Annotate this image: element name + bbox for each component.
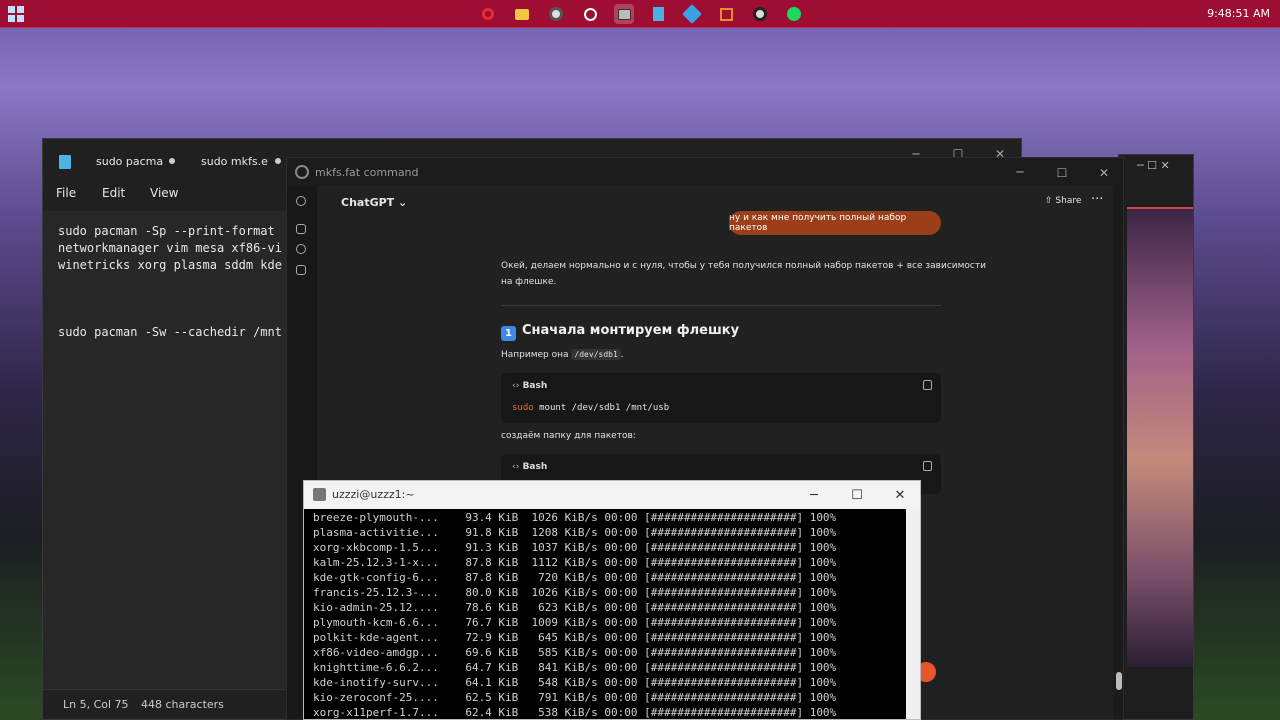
background-window-content	[1127, 207, 1193, 667]
terminal-line: xf86-video-amdgp... 69.6 KiB 585 KiB/s 0…	[313, 646, 837, 659]
scrollbar-thumb[interactable]	[1116, 672, 1122, 690]
answer-text: на флешке.	[501, 277, 557, 287]
unsaved-dot-icon	[275, 158, 281, 164]
chatgpt-icon[interactable]	[580, 4, 600, 24]
maximize-button[interactable]: ☐	[1041, 158, 1083, 188]
share-icon: ⇧	[1045, 196, 1053, 206]
library-icon[interactable]	[296, 265, 306, 275]
window-controls[interactable]: ─ ☐ ✕	[1137, 159, 1170, 172]
github-icon[interactable]	[750, 4, 770, 24]
model-name: ChatGPT	[341, 196, 395, 209]
code-keyword: sudo	[512, 403, 534, 413]
share-label: Share	[1055, 196, 1082, 206]
menu-view[interactable]: View	[150, 186, 178, 200]
text-line: winetricks xorg plasma sddm kde	[58, 258, 282, 272]
text-line: sudo pacman -Sw --cachedir /mnt	[58, 325, 282, 339]
notepad-icon[interactable]	[648, 4, 668, 24]
terminal-line: kde-inotify-surv... 64.1 KiB 548 KiB/s 0…	[313, 676, 837, 689]
step-number-badge: 1	[501, 326, 516, 341]
code-line: sudo mount /dev/sdb1 /mnt/usb	[512, 403, 669, 413]
terminal-output[interactable]: breeze-plymouth-... 93.4 KiB 1026 KiB/s …	[304, 509, 908, 719]
terminal-line: francis-25.12.3-... 80.0 KiB 1026 KiB/s …	[313, 586, 837, 599]
terminal-title: uzzzi@uzzz1:~	[332, 488, 415, 501]
putty-icon[interactable]	[614, 4, 634, 24]
terminal-line: knighttime-6.6.2... 64.7 KiB 841 KiB/s 0…	[313, 661, 837, 674]
step-heading: 1 Сначала монтируем флешку	[501, 323, 739, 341]
text-line: networkmanager vim mesa xf86-vi	[58, 241, 282, 255]
menu-file[interactable]: File	[56, 186, 76, 200]
terminal-window: uzzzi@uzzz1:~ ─ ☐ ✕ breeze-plymouth-... …	[303, 480, 921, 720]
terminal-line: kio-admin-25.12.... 78.6 KiB 623 KiB/s 0…	[313, 601, 837, 614]
taskbar-apps	[478, 4, 804, 24]
terminal-scrollbar[interactable]	[906, 509, 920, 719]
example-prefix: Например она	[501, 350, 569, 360]
example-suffix: .	[620, 350, 624, 360]
window-title: mkfs.fat command	[315, 166, 419, 179]
code-lang-label: Bash	[522, 462, 548, 472]
spotify-icon[interactable]	[784, 4, 804, 24]
opera-icon[interactable]	[478, 4, 498, 24]
terminal-titlebar: uzzzi@uzzz1:~ ─ ☐ ✕	[304, 481, 920, 509]
char-count: 448 characters	[141, 698, 224, 711]
chatgpt-logo-icon[interactable]	[296, 196, 306, 206]
chatgpt-logo-icon	[295, 165, 309, 179]
share-button[interactable]: ⇧ Share	[1045, 196, 1081, 206]
vmware-icon[interactable]	[716, 4, 736, 24]
answer-text: Окей, делаем нормально и с нуля, чтобы у…	[501, 261, 986, 271]
terminal-line: breeze-plymouth-... 93.4 KiB 1026 KiB/s …	[313, 511, 837, 524]
inline-code: /dev/sdb1	[571, 349, 621, 360]
unsaved-dot-icon	[169, 158, 175, 164]
copy-icon[interactable]	[923, 461, 932, 471]
start-button[interactable]	[8, 6, 24, 22]
taskbar-clock[interactable]: 9:48:51 AM	[1207, 7, 1270, 20]
model-selector[interactable]: ChatGPT ⌄	[341, 196, 407, 209]
terminal-line: kalm-25.12.3-1-x... 87.8 KiB 1112 KiB/s …	[313, 556, 837, 569]
code-lang: ‹› Bash	[512, 462, 548, 472]
cursor-position: Ln 5, Col 75	[63, 698, 129, 711]
text-line: sudo pacman -Sp --print-format	[58, 224, 275, 238]
terminal-line: xorg-x11perf-1.7... 62.4 KiB 538 KiB/s 0…	[313, 706, 837, 719]
more-options-icon[interactable]: ···	[1091, 192, 1103, 207]
code-lang-label: Bash	[522, 381, 548, 391]
minimize-button[interactable]: ─	[792, 481, 836, 509]
minimize-button[interactable]: ─	[999, 158, 1041, 187]
taskbar: 9:48:51 AM	[0, 0, 1280, 28]
user-message: ну и как мне получить полный набор пакет…	[729, 211, 941, 235]
scrollbar[interactable]	[1113, 186, 1123, 719]
chevron-down-icon: ⌄	[398, 196, 408, 209]
notepad-icon	[59, 155, 71, 169]
close-button[interactable]: ✕	[1083, 158, 1123, 188]
answer-text: создаём папку для пакетов:	[501, 431, 636, 441]
background-window: ─ ☐ ✕	[1118, 154, 1194, 720]
copy-icon[interactable]	[923, 380, 932, 390]
code-block: ‹› Bash sudo mount /dev/sdb1 /mnt/usb	[501, 373, 941, 423]
divider	[501, 305, 941, 306]
chatgpt-titlebar: mkfs.fat command ─ ☐ ✕	[287, 158, 1123, 186]
example-text: Например она /dev/sdb1.	[501, 347, 624, 363]
close-button[interactable]: ✕	[878, 481, 920, 509]
code-rest: mount /dev/sdb1 /mnt/usb	[533, 403, 670, 413]
menu-edit[interactable]: Edit	[102, 186, 125, 200]
terminal-line: plasma-activitie... 91.8 KiB 1208 KiB/s …	[313, 526, 837, 539]
vs-icon[interactable]	[682, 4, 702, 24]
obs-icon[interactable]	[546, 4, 566, 24]
new-chat-icon[interactable]	[296, 224, 306, 234]
maximize-button[interactable]: ☐	[835, 481, 879, 509]
putty-icon	[313, 488, 326, 501]
step-title: Сначала монтируем флешку	[522, 323, 740, 338]
terminal-line: polkit-kde-agent... 72.9 KiB 645 KiB/s 0…	[313, 631, 837, 644]
code-lang: ‹› Bash	[512, 381, 548, 391]
terminal-line: xorg-xkbcomp-1.5... 91.3 KiB 1037 KiB/s …	[313, 541, 837, 554]
terminal-line: kde-gtk-config-6... 87.8 KiB 720 KiB/s 0…	[313, 571, 837, 584]
notepad-tab-1[interactable]: sudo pacma	[96, 155, 163, 168]
file-explorer-icon[interactable]	[512, 4, 532, 24]
search-icon[interactable]	[296, 244, 306, 254]
terminal-line: plymouth-kcm-6.6... 76.7 KiB 1009 KiB/s …	[313, 616, 837, 629]
terminal-line: kio-zeroconf-25.... 62.5 KiB 791 KiB/s 0…	[313, 691, 837, 704]
notepad-tab-2[interactable]: sudo mkfs.e	[201, 155, 268, 168]
